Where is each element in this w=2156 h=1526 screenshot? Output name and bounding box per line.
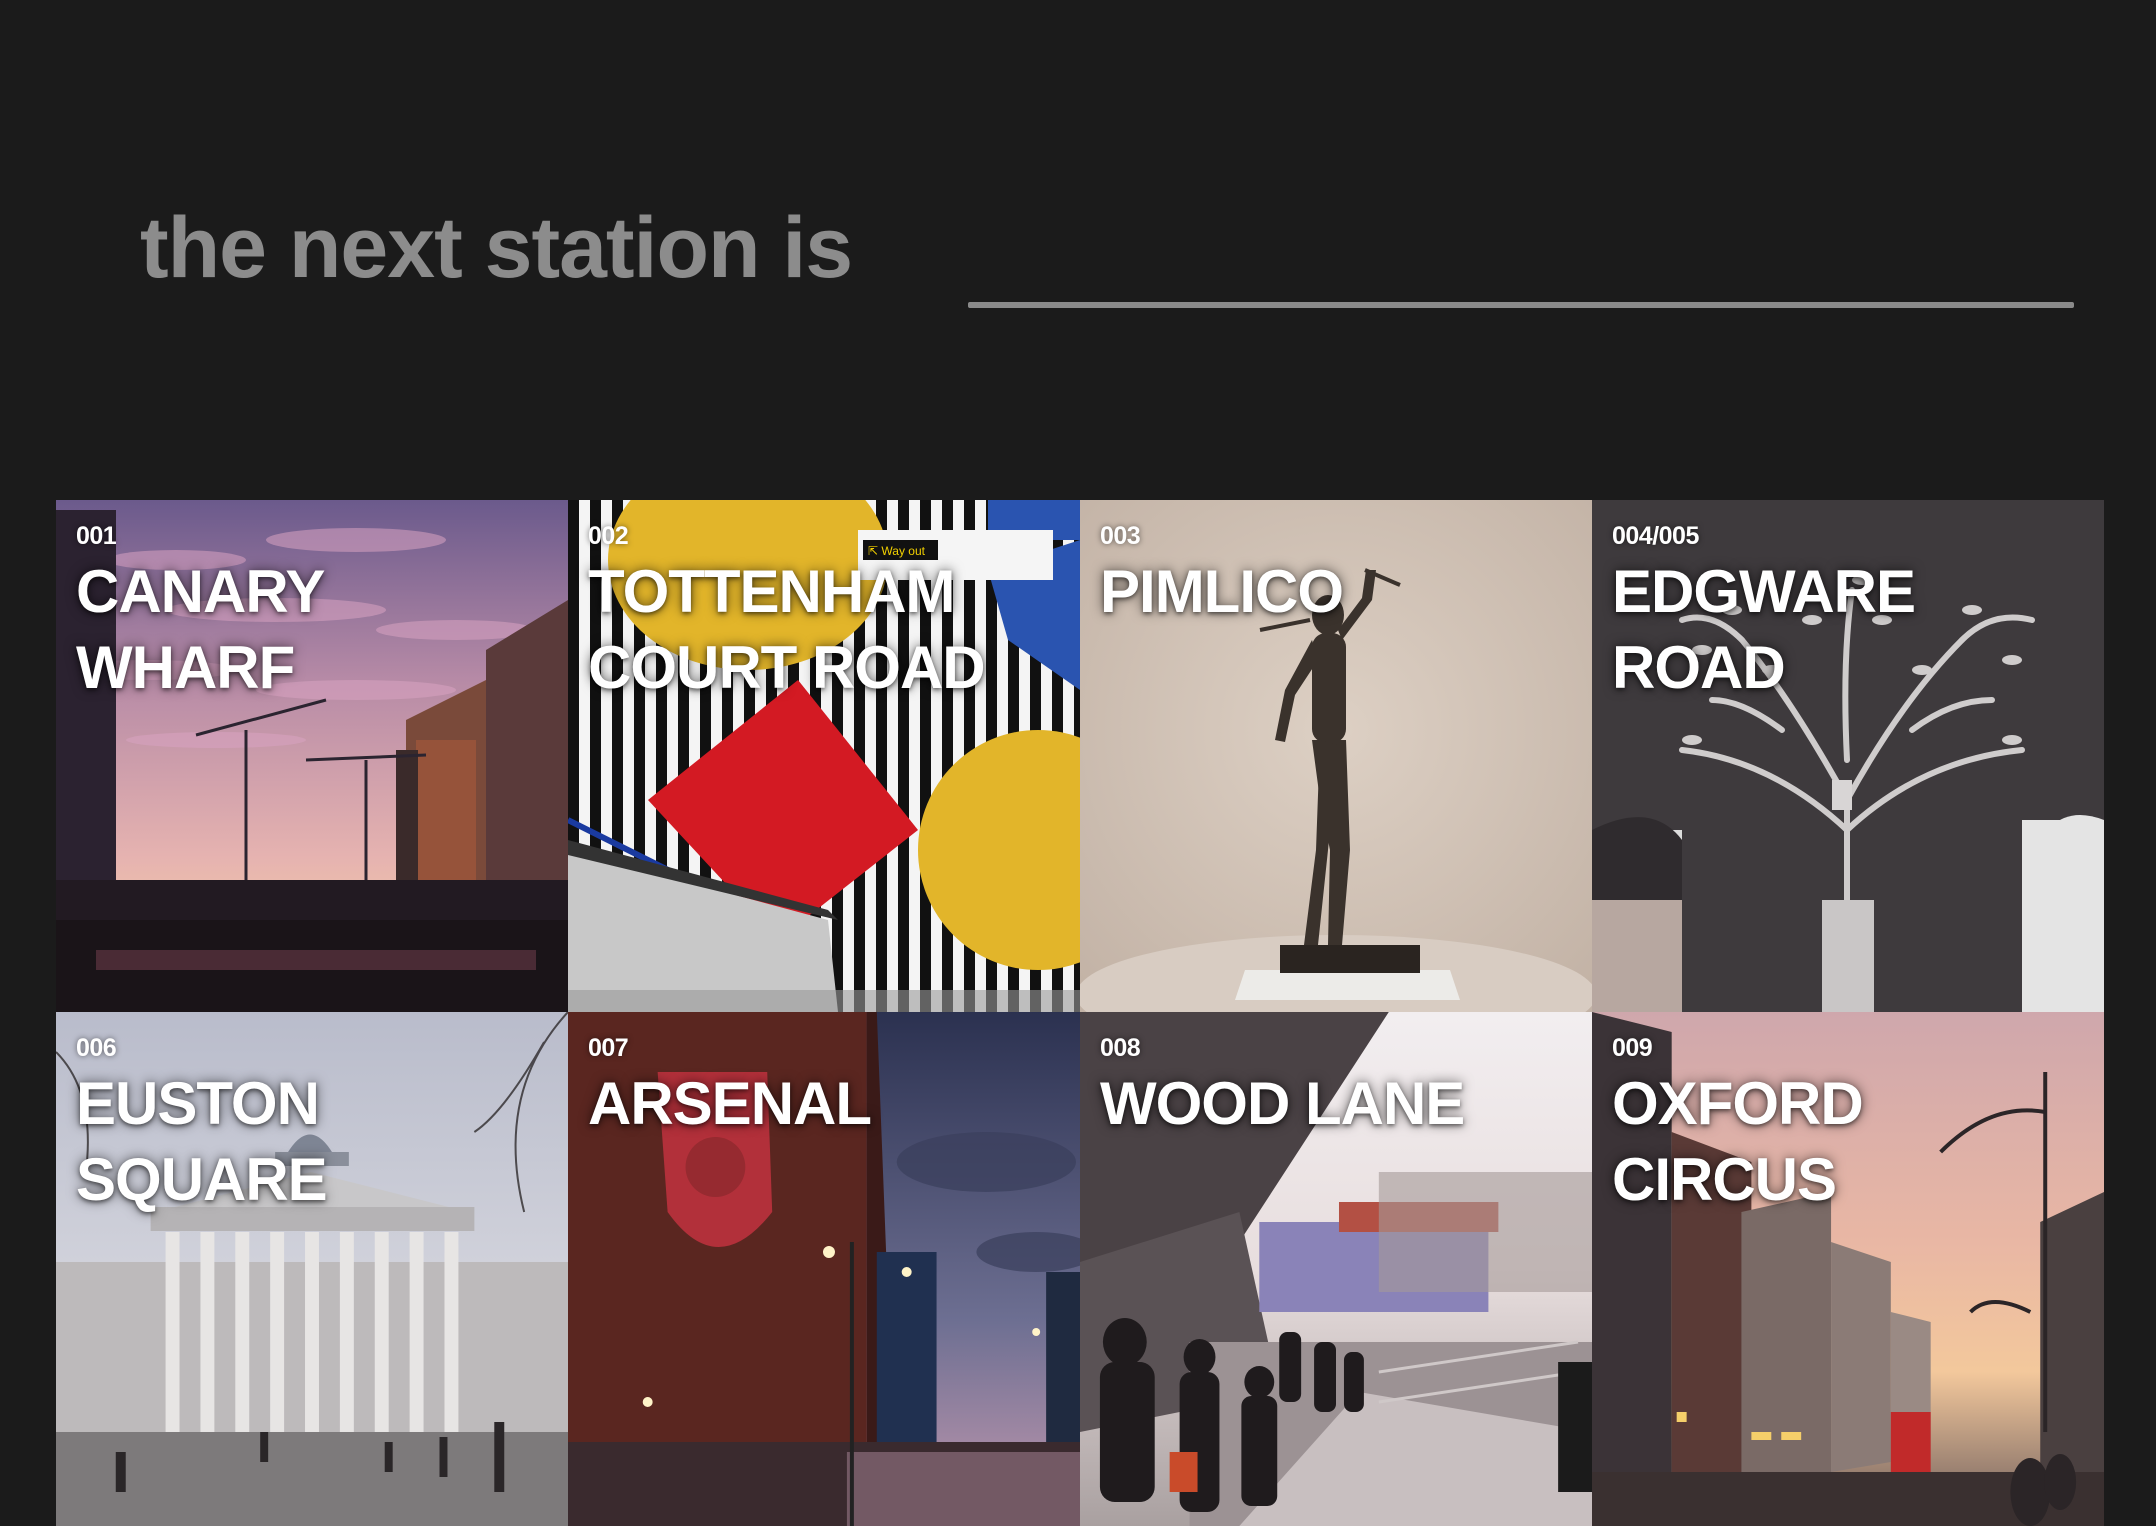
station-tile-oxford-circus[interactable]: 009 OXFORD CIRCUS [1592, 1012, 2104, 1526]
station-name: WOOD LANE [1100, 1070, 1465, 1137]
headline-prompt: the next station is [140, 200, 853, 296]
station-number: 004/005 [1612, 522, 1699, 550]
page: the next station is 001 CANARY WHARF ⇱ W… [0, 0, 2156, 1526]
station-number: 007 [588, 1034, 629, 1062]
station-grid: 001 CANARY WHARF ⇱ Way out 002 TOTTENHAM… [56, 500, 2104, 1526]
station-tile-tottenham-court-road[interactable]: ⇱ Way out 002 TOTTENHAM COURT ROAD [568, 500, 1080, 1012]
station-number: 001 [76, 522, 117, 550]
station-name: EDGWARE ROAD [1612, 558, 1916, 701]
station-name: TOTTENHAM COURT ROAD [588, 558, 986, 701]
station-number: 003 [1100, 522, 1141, 550]
station-number: 002 [588, 522, 629, 550]
station-number: 009 [1612, 1034, 1653, 1062]
station-tile-euston-square[interactable]: 006 EUSTON SQUARE [56, 1012, 568, 1526]
station-tile-canary-wharf[interactable]: 001 CANARY WHARF [56, 500, 568, 1012]
station-tile-pimlico[interactable]: 003 PIMLICO [1080, 500, 1592, 1012]
station-tile-edgware-road[interactable]: 004/005 EDGWARE ROAD [1592, 500, 2104, 1012]
station-name: EUSTON SQUARE [76, 1070, 328, 1213]
station-name: CANARY WHARF [76, 558, 324, 701]
station-name: OXFORD CIRCUS [1612, 1070, 1864, 1213]
station-number: 006 [76, 1034, 117, 1062]
station-name: ARSENAL [588, 1070, 872, 1137]
station-name: PIMLICO [1100, 558, 1344, 625]
station-tile-wood-lane[interactable]: 008 WOOD LANE [1080, 1012, 1592, 1526]
station-number: 008 [1100, 1034, 1141, 1062]
station-tile-arsenal[interactable]: 007 ARSENAL [568, 1012, 1080, 1526]
answer-blank-line[interactable] [968, 302, 2074, 308]
